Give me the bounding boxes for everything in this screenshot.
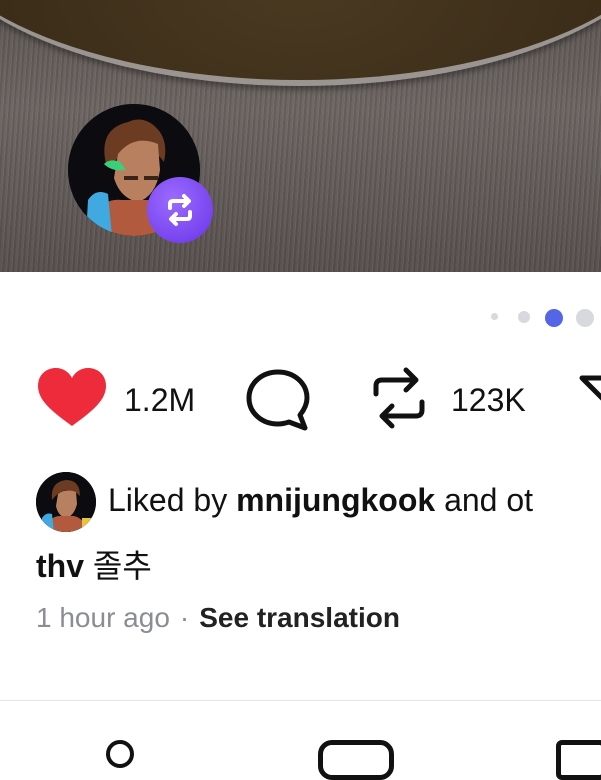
- liker-avatar-illustration: [36, 472, 96, 532]
- carousel-dot: [491, 313, 498, 320]
- see-translation-link[interactable]: See translation: [199, 602, 400, 633]
- reposts-count: 123K: [451, 382, 526, 418]
- comment-button[interactable]: [245, 368, 311, 432]
- caption-username[interactable]: thv: [36, 548, 84, 584]
- post-photo[interactable]: [0, 0, 601, 272]
- meta-separator: ·: [179, 602, 190, 633]
- tab-icon-partial[interactable]: [106, 740, 134, 768]
- section-divider: [0, 700, 601, 701]
- post-actions-bar: 1.2M 123K: [0, 362, 601, 434]
- liked-by-username[interactable]: mnijungkook: [236, 482, 435, 518]
- repost-button[interactable]: [368, 364, 430, 432]
- liker-avatar[interactable]: [36, 472, 96, 532]
- liked-by-row[interactable]: Liked by mnijungkook and ot: [36, 472, 601, 532]
- photo-bowl-rim: [0, 0, 601, 86]
- share-icon: [579, 375, 601, 401]
- repost-badge-icon: [168, 194, 192, 226]
- carousel-dot: [518, 311, 530, 323]
- caption-text: 졸추: [92, 548, 152, 584]
- repost-arrows-icon: [373, 367, 425, 429]
- like-button[interactable]: [36, 366, 108, 430]
- tab-icon-partial[interactable]: [556, 740, 601, 780]
- bottom-tab-bar: [0, 735, 601, 780]
- post-timestamp: 1 hour ago: [36, 602, 170, 633]
- share-button[interactable]: [578, 370, 601, 430]
- carousel-dot-active: [545, 309, 563, 327]
- likes-count: 1.2M: [124, 382, 196, 418]
- tab-icon-partial[interactable]: [318, 740, 394, 780]
- heart-icon: [38, 368, 106, 426]
- carousel-indicator: [0, 309, 601, 327]
- liked-by-suffix: and ot: [435, 482, 534, 518]
- post-meta: 1 hour ago · See translation: [36, 602, 400, 634]
- comment-bubble-icon: [246, 369, 310, 431]
- liked-by-prefix: Liked by: [108, 482, 237, 518]
- liked-by-text: Liked by mnijungkook and ot: [108, 482, 533, 519]
- repost-badge: [147, 177, 213, 243]
- carousel-dot: [576, 309, 594, 327]
- post-caption: thv 졸추: [36, 541, 152, 587]
